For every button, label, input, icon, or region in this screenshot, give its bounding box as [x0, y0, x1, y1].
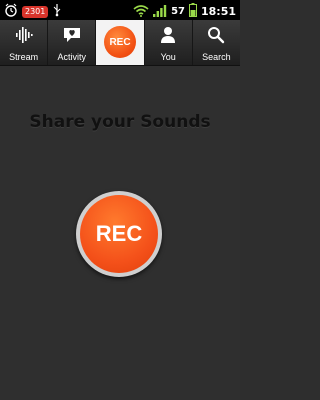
signal-icon	[153, 2, 167, 21]
tab-search[interactable]: Search	[193, 20, 240, 65]
tab-stream[interactable]: Stream	[0, 20, 49, 65]
tab-you[interactable]: You	[145, 20, 193, 65]
notification-badge: 2301	[22, 5, 49, 18]
record-button-label: REC	[80, 195, 158, 273]
waveform-icon	[15, 26, 33, 48]
heart-bubble-icon	[62, 26, 82, 48]
tab-label: Stream	[9, 52, 39, 62]
alarm-icon	[4, 2, 18, 21]
clock: 18:51	[200, 5, 236, 18]
person-icon	[159, 26, 177, 48]
wifi-icon	[133, 2, 149, 21]
tab-activity[interactable]: Activity	[48, 20, 97, 65]
record-screen: Share your Sounds REC	[0, 66, 240, 400]
page-title: Share your Sounds	[29, 112, 211, 132]
usb-icon	[52, 2, 62, 21]
record-icon: REC	[104, 26, 136, 58]
battery-level: 57	[171, 6, 185, 17]
status-right: 57 18:51	[133, 2, 236, 21]
tab-label: Activity	[57, 52, 87, 62]
tab-label: Search	[202, 52, 231, 62]
search-icon	[207, 26, 225, 48]
battery-icon	[188, 2, 197, 21]
status-left: 2301	[4, 2, 62, 21]
status-bar: 2301 57 18:51	[0, 0, 240, 20]
tab-bar: Stream Activity REC You Search	[0, 20, 240, 66]
record-button[interactable]: REC	[76, 191, 162, 277]
tab-label: You	[160, 52, 176, 62]
tab-rec[interactable]: REC	[96, 20, 145, 65]
